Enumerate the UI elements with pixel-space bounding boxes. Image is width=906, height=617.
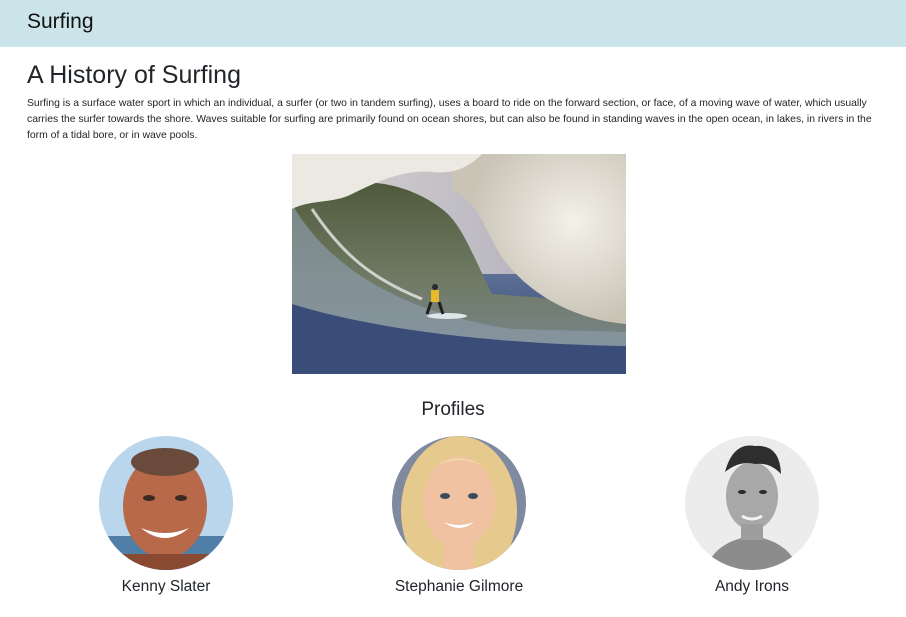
- profile-name: Stephanie Gilmore: [394, 578, 524, 595]
- hero-surfing-image: [292, 154, 626, 374]
- profile-card-andy-irons: Andy Irons: [652, 436, 852, 597]
- intro-paragraph: Surfing is a surface water sport in whic…: [27, 98, 872, 142]
- navbar: Surfing: [0, 0, 906, 47]
- profiles-heading: Profiles: [421, 399, 485, 420]
- profile-avatar: [685, 436, 819, 570]
- profile-name: Andy Irons: [714, 578, 790, 595]
- profile-avatar: [392, 436, 526, 570]
- profile-avatar: [99, 436, 233, 570]
- navbar-brand[interactable]: Surfing: [27, 8, 94, 36]
- page-title: A History of Surfing: [27, 61, 241, 89]
- profile-card-stephanie-gilmore: Stephanie Gilmore: [359, 436, 559, 597]
- profile-card-kenny-slater: Kenny Slater: [66, 436, 266, 597]
- profile-name: Kenny Slater: [121, 578, 211, 595]
